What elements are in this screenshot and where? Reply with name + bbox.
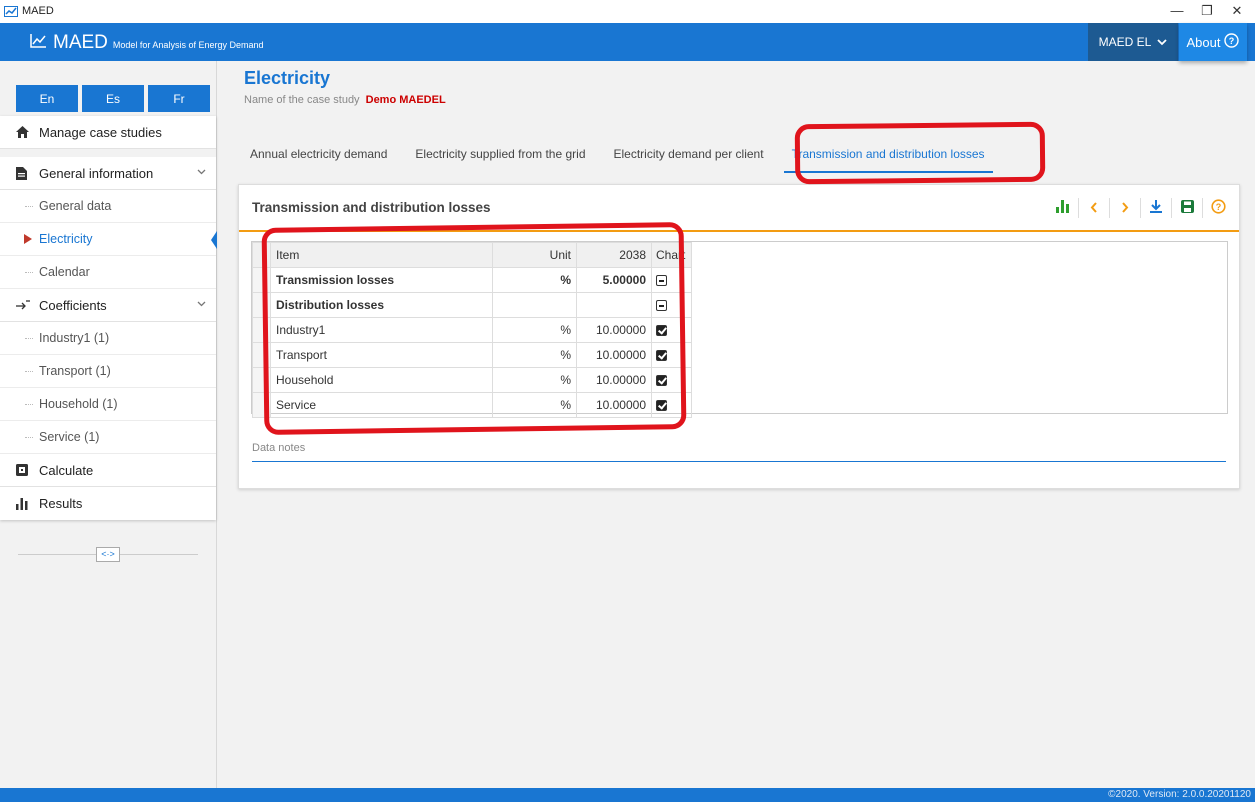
- help-button[interactable]: ?: [1207, 197, 1229, 219]
- brand[interactable]: MAED Model for Analysis of Energy Demand: [30, 32, 263, 54]
- sidebar-item-label: Household (1): [39, 397, 118, 411]
- chevron-down-icon: [197, 167, 206, 178]
- sidebar-item-results[interactable]: Results: [0, 487, 216, 520]
- tab-annual-electricity-demand[interactable]: Annual electricity demand: [242, 143, 395, 173]
- lang-es-button[interactable]: Es: [82, 85, 144, 112]
- maximize-button[interactable]: ❐: [1192, 2, 1222, 22]
- brand-name: MAED: [53, 32, 108, 53]
- brand-subtitle: Model for Analysis of Energy Demand: [112, 40, 264, 50]
- help-circle-icon: ?: [1224, 33, 1240, 51]
- chevron-right-icon: [1121, 201, 1129, 216]
- toolbar-divider: [1140, 198, 1141, 218]
- footer-version: ©2020. Version: 2.0.0.20201120: [0, 788, 1255, 802]
- toolbar-divider: [1078, 198, 1079, 218]
- svg-text:?: ?: [1229, 36, 1235, 46]
- download-icon: [1150, 200, 1162, 216]
- sidebar-item-household[interactable]: Household (1): [0, 388, 216, 421]
- help-circle-icon: ?: [1210, 199, 1226, 217]
- sidebar-item-label: Calendar: [39, 265, 90, 279]
- save-icon: [1180, 200, 1194, 216]
- minimize-button[interactable]: —: [1162, 2, 1192, 22]
- table-highlight-annotation: [261, 222, 687, 435]
- window-titlebar: MAED — ❐ ✕: [0, 0, 1255, 23]
- toolbar-divider: [1171, 198, 1172, 218]
- sidebar-item-calculate[interactable]: Calculate: [0, 454, 216, 487]
- sidebar-item-manage-case-studies[interactable]: Manage case studies: [0, 116, 216, 149]
- sidebar-collapse-bar: <·>: [0, 544, 216, 566]
- sidebar-group-label: Coefficients: [39, 297, 107, 313]
- case-study-line: Name of the case study Demo MAEDEL: [244, 94, 446, 106]
- sidebar-item-label: Transport (1): [39, 364, 111, 378]
- next-button[interactable]: [1114, 197, 1136, 219]
- sidebar-item-calendar[interactable]: Calendar: [0, 256, 216, 289]
- active-indicator-icon: [211, 231, 217, 249]
- tab-electricity-supplied-from-grid[interactable]: Electricity supplied from the grid: [407, 143, 593, 173]
- data-notes-input[interactable]: [252, 461, 1226, 462]
- model-select[interactable]: MAED EL: [1088, 23, 1178, 61]
- download-button[interactable]: [1145, 197, 1167, 219]
- chevron-left-icon: [1090, 201, 1098, 216]
- nav-spacer: [0, 149, 216, 157]
- svg-text:?: ?: [1215, 202, 1221, 212]
- about-button[interactable]: About ?: [1179, 23, 1247, 61]
- save-button[interactable]: [1176, 197, 1198, 219]
- chart-button[interactable]: [1052, 197, 1074, 219]
- sidebar-item-electricity[interactable]: Electricity: [0, 223, 217, 256]
- card-title: Transmission and distribution losses: [252, 200, 491, 215]
- sidebar-item-transport[interactable]: Transport (1): [0, 355, 216, 388]
- lang-fr-button[interactable]: Fr: [148, 85, 210, 112]
- tab-highlight-annotation: [794, 121, 1046, 185]
- card-toolbar: ?: [1052, 197, 1229, 219]
- language-switcher: En Es Fr: [16, 85, 210, 112]
- data-notes-label: Data notes: [252, 442, 306, 454]
- chevron-down-icon: [197, 299, 206, 310]
- previous-button[interactable]: [1083, 197, 1105, 219]
- active-arrow-icon: [24, 234, 32, 244]
- sidebar-item-general-data[interactable]: General data: [0, 190, 216, 223]
- sidebar-item-service[interactable]: Service (1): [0, 421, 216, 454]
- sidebar-item-industry1[interactable]: Industry1 (1): [0, 322, 216, 355]
- sidebar-item-label: Results: [39, 496, 83, 511]
- model-select-label: MAED EL: [1098, 35, 1152, 49]
- sidebar-item-label: Calculate: [39, 462, 94, 478]
- sidebar-item-label: General data: [39, 199, 112, 213]
- page-title: Electricity: [244, 68, 331, 88]
- card-header: Transmission and distribution losses ?: [239, 185, 1239, 232]
- sidebar-group-label: General information: [39, 165, 154, 181]
- case-study-name: Demo MAEDEL: [365, 94, 446, 106]
- lang-en-button[interactable]: En: [16, 85, 78, 112]
- app-chart-icon: [4, 5, 18, 20]
- coefficients-icon: [16, 300, 30, 310]
- chevron-down-icon: [1157, 35, 1167, 49]
- toolbar-divider: [1202, 198, 1203, 218]
- toolbar-divider: [1109, 198, 1110, 218]
- document-icon: [16, 166, 30, 180]
- sidebar-item-label: Industry1 (1): [39, 331, 110, 345]
- brand-chart-icon: [30, 33, 47, 51]
- bar-chart-icon: [1056, 200, 1070, 216]
- sidebar-group-coefficients[interactable]: Coefficients: [0, 289, 216, 322]
- close-button[interactable]: ✕: [1222, 2, 1252, 22]
- sidebar-collapse-button[interactable]: <·>: [96, 547, 120, 562]
- sidebar-item-label: Electricity: [39, 232, 93, 246]
- sidebar-item-label: Service (1): [39, 430, 100, 444]
- sidebar: En Es Fr Manage case studies General inf…: [0, 61, 217, 788]
- sidebar-nav: Manage case studies General information …: [0, 116, 217, 520]
- about-label: About: [1186, 34, 1221, 50]
- home-icon: [16, 126, 30, 138]
- bar-chart-icon: [16, 497, 30, 510]
- sidebar-item-label: Manage case studies: [39, 124, 162, 140]
- calculator-icon: [16, 464, 30, 476]
- window-title: MAED: [22, 5, 54, 17]
- app-header: MAED Model for Analysis of Energy Demand…: [0, 23, 1255, 61]
- case-study-label: Name of the case study: [244, 94, 360, 106]
- tab-electricity-demand-per-client[interactable]: Electricity demand per client: [606, 143, 772, 173]
- sidebar-group-general-information[interactable]: General information: [0, 157, 216, 190]
